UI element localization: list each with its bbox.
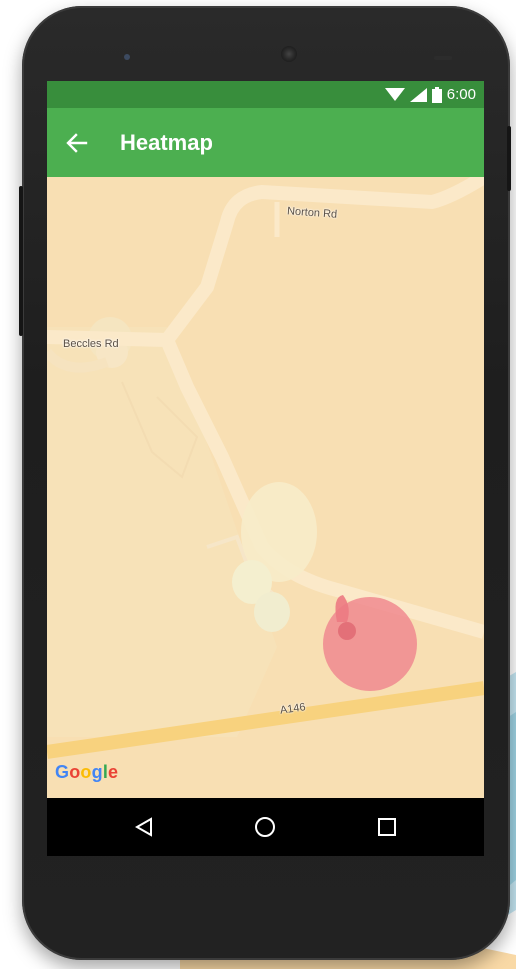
nav-back-button[interactable] [129, 812, 159, 842]
google-logo-letter: o [80, 762, 92, 782]
google-logo: Google [55, 762, 118, 783]
volume-button [19, 186, 23, 336]
screen: 6:00 Heatmap Norton Rd Beccles Rd A146 G… [47, 81, 484, 856]
navigation-bar [47, 798, 484, 856]
nav-home-button[interactable] [250, 812, 280, 842]
status-time: 6:00 [446, 86, 476, 103]
google-logo-letter: G [55, 762, 70, 782]
road-label-beccles-rd: Beccles Rd [63, 338, 119, 350]
app-bar: Heatmap [47, 108, 484, 177]
page-title: Heatmap [120, 130, 213, 155]
signal-icon [409, 87, 427, 102]
battery-icon [431, 86, 442, 103]
arrow-back-icon [66, 133, 88, 153]
heatmap-low-area [254, 592, 290, 632]
back-triangle-icon [135, 817, 152, 837]
earpiece-speaker [281, 46, 297, 62]
back-button[interactable] [59, 125, 95, 161]
heatmap-hotspot-core [338, 622, 356, 640]
google-logo-letter: o [69, 762, 81, 782]
recents-square-icon [378, 818, 396, 836]
nav-recents-button[interactable] [372, 812, 402, 842]
wifi-icon [384, 87, 405, 101]
google-logo-letter: g [91, 762, 103, 782]
map-view[interactable]: Norton Rd Beccles Rd A146 Google [47, 177, 484, 798]
proximity-sensor [434, 56, 452, 60]
map-canvas [47, 177, 484, 798]
front-camera [124, 54, 130, 60]
home-circle-icon [255, 817, 275, 837]
status-bar: 6:00 [47, 81, 484, 108]
power-button [507, 126, 511, 191]
google-logo-letter: e [108, 762, 119, 782]
